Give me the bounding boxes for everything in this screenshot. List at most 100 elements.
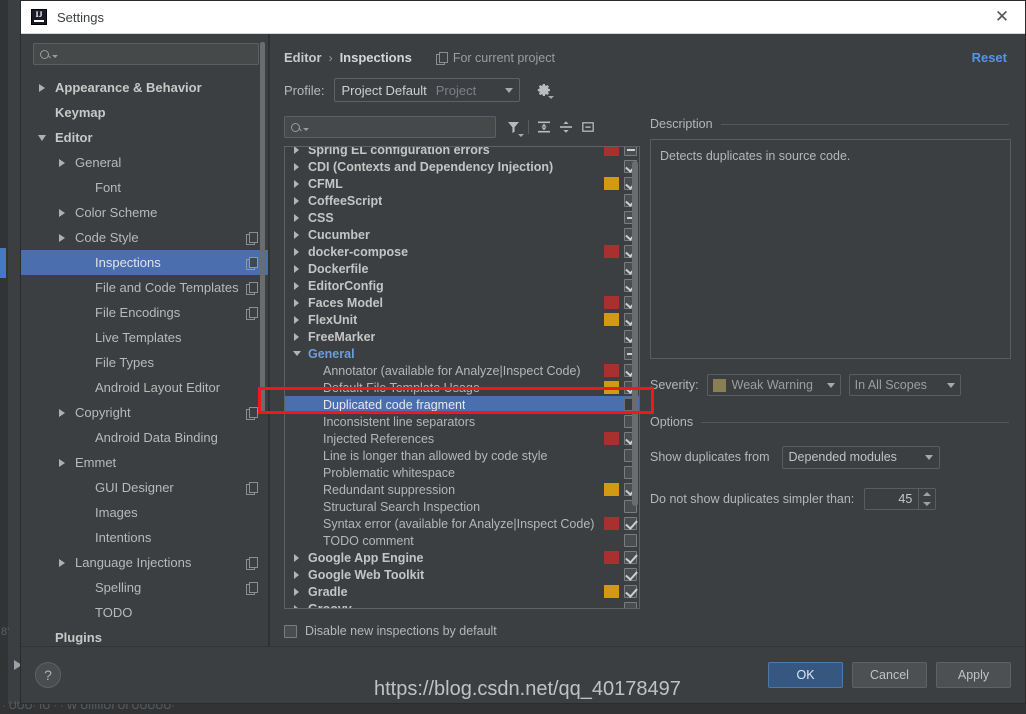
sidebar-item-color-scheme[interactable]: Color Scheme [21,200,269,225]
inspection-row[interactable]: Google Web Toolkit [285,566,639,583]
sidebar-item-intentions[interactable]: Intentions [21,525,269,550]
chevron-right-icon[interactable] [289,147,304,154]
sidebar-item-font[interactable]: Font [21,175,269,200]
sidebar-item-gui-designer[interactable]: GUI Designer [21,475,269,500]
sidebar-item-appearance-behavior[interactable]: Appearance & Behavior [21,75,269,100]
inspection-enabled-checkbox[interactable] [624,551,637,564]
inspections-tree[interactable]: Spring EL configuration errors CDI (Conte… [285,147,639,608]
ok-button[interactable]: OK [768,662,843,688]
inspection-row[interactable]: FreeMarker [285,328,639,345]
sidebar-scrollbar[interactable] [260,38,267,642]
inspection-row[interactable]: TODO comment [285,532,639,549]
inspection-row[interactable]: docker-compose [285,243,639,260]
inspection-row[interactable]: Line is longer than allowed by code styl… [285,447,639,464]
scope-dropdown[interactable]: In All Scopes [848,374,961,396]
chevron-right-icon[interactable] [55,206,69,220]
close-icon[interactable]: ✕ [979,1,1025,34]
chevron-right-icon[interactable] [289,570,304,579]
inspection-row[interactable]: CoffeeScript [285,192,639,209]
gear-icon[interactable] [536,82,555,99]
inspection-row[interactable]: Spring EL configuration errors [285,147,639,158]
inspection-row[interactable]: Redundant suppression [285,481,639,498]
chevron-down-icon[interactable] [35,131,49,145]
stepper-increment-button[interactable] [919,489,935,499]
severity-dropdown[interactable]: Weak Warning [706,374,841,396]
sidebar-item-language-injections[interactable]: Language Injections [21,550,269,575]
sidebar-item-android-layout-editor[interactable]: Android Layout Editor [21,375,269,400]
sidebar-item-spelling[interactable]: Spelling [21,575,269,600]
sidebar-item-file-and-code-templates[interactable]: File and Code Templates [21,275,269,300]
inspection-row[interactable]: CSS [285,209,639,226]
inspection-row[interactable]: General [285,345,639,362]
sidebar-item-plugins[interactable]: Plugins [21,625,269,646]
breadcrumb-parent[interactable]: Editor [284,50,322,65]
inspection-row[interactable]: CFML [285,175,639,192]
sidebar-item-images[interactable]: Images [21,500,269,525]
inspection-row[interactable]: CDI (Contexts and Dependency Injection) [285,158,639,175]
inspection-enabled-checkbox[interactable] [624,568,637,581]
inspection-row[interactable]: Syntax error (available for Analyze|Insp… [285,515,639,532]
inspection-enabled-checkbox[interactable] [624,602,637,608]
filter-icon[interactable] [502,116,524,138]
inspections-search-input[interactable] [313,120,489,134]
disable-new-inspections-row[interactable]: Disable new inspections by default [284,616,640,646]
sidebar-item-editor[interactable]: Editor [21,125,269,150]
chevron-right-icon[interactable] [289,298,304,307]
inspection-row[interactable]: Structural Search Inspection [285,498,639,515]
chevron-right-icon[interactable] [35,81,49,95]
show-duplicates-dropdown[interactable]: Depended modules [781,445,940,469]
sidebar-item-todo[interactable]: TODO [21,600,269,625]
apply-button[interactable]: Apply [936,662,1011,688]
sidebar-item-code-style[interactable]: Code Style [21,225,269,250]
expand-all-icon[interactable] [533,116,555,138]
chevron-right-icon[interactable] [289,264,304,273]
inspection-row[interactable]: Injected References [285,430,639,447]
chevron-right-icon[interactable] [289,213,304,222]
inspection-enabled-checkbox[interactable] [624,147,637,156]
settings-tree[interactable]: Appearance & Behavior Keymap Editor General… [21,73,269,646]
sidebar-item-file-encodings[interactable]: File Encodings [21,300,269,325]
duplicates-complexity-value[interactable]: 45 [865,489,918,509]
profile-dropdown[interactable]: Project Default Project [334,78,521,102]
help-button[interactable]: ? [35,662,61,688]
chevron-right-icon[interactable] [289,196,304,205]
sidebar-item-emmet[interactable]: Emmet [21,450,269,475]
chevron-down-icon[interactable] [289,351,304,356]
inspection-row[interactable]: Inconsistent line separators [285,413,639,430]
inspections-search-box[interactable] [284,116,496,138]
reset-to-empty-icon[interactable] [577,116,599,138]
chevron-right-icon[interactable] [289,247,304,256]
collapse-all-icon[interactable] [555,116,577,138]
inspection-row[interactable]: Annotator (available for Analyze|Inspect… [285,362,639,379]
inspection-enabled-checkbox[interactable] [624,534,637,547]
chevron-right-icon[interactable] [55,156,69,170]
inspection-row[interactable]: EditorConfig [285,277,639,294]
chevron-right-icon[interactable] [55,456,69,470]
chevron-right-icon[interactable] [289,587,304,596]
sidebar-item-general[interactable]: General [21,150,269,175]
sidebar-item-android-data-binding[interactable]: Android Data Binding [21,425,269,450]
inspection-enabled-checkbox[interactable] [624,517,637,530]
inspection-row[interactable]: Problematic whitespace [285,464,639,481]
sidebar-scrollbar-thumb[interactable] [260,42,265,412]
sidebar-item-file-types[interactable]: File Types [21,350,269,375]
sidebar-item-keymap[interactable]: Keymap [21,100,269,125]
sidebar-item-live-templates[interactable]: Live Templates [21,325,269,350]
inspection-row[interactable]: Default File Template Usage [285,379,639,396]
chevron-right-icon[interactable] [289,604,304,608]
chevron-right-icon[interactable] [289,179,304,188]
chevron-right-icon[interactable] [55,231,69,245]
inspection-row[interactable]: Gradle [285,583,639,600]
chevron-right-icon[interactable] [289,281,304,290]
reset-link[interactable]: Reset [972,50,1011,65]
chevron-right-icon[interactable] [55,556,69,570]
inspections-scrollbar-thumb[interactable] [632,161,638,506]
inspection-row[interactable]: Dockerfile [285,260,639,277]
inspection-enabled-checkbox[interactable] [624,585,637,598]
inspection-row[interactable]: Duplicated code fragment [285,396,639,413]
inspection-row[interactable]: Google App Engine [285,549,639,566]
chevron-right-icon[interactable] [289,230,304,239]
sidebar-search-input[interactable] [62,47,252,61]
chevron-right-icon[interactable] [55,406,69,420]
inspection-row[interactable]: Cucumber [285,226,639,243]
